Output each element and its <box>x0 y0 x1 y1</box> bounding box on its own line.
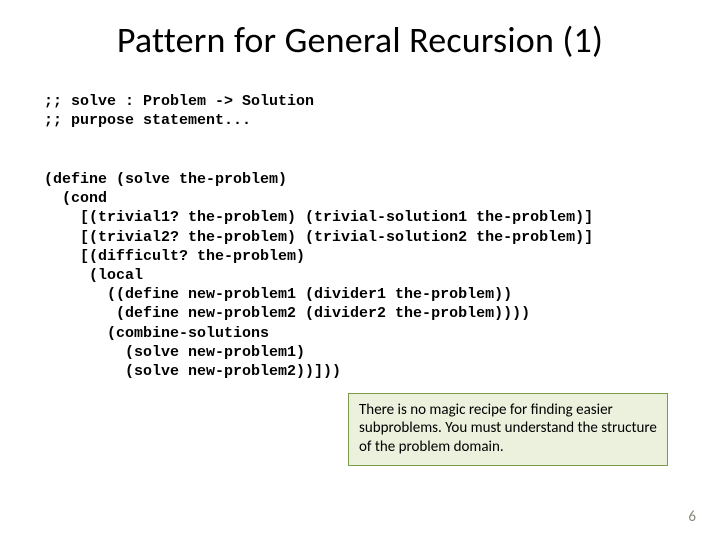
callout-box: There is no magic recipe for finding eas… <box>348 393 668 466</box>
signature-block: ;; solve : Problem -> Solution ;; purpos… <box>44 92 314 130</box>
slide-title: Pattern for General Recursion (1) <box>0 18 720 62</box>
page-number: 6 <box>688 508 696 526</box>
slide: Pattern for General Recursion (1) ;; sol… <box>0 0 720 540</box>
code-block: (define (solve the-problem) (cond [(triv… <box>44 170 593 381</box>
